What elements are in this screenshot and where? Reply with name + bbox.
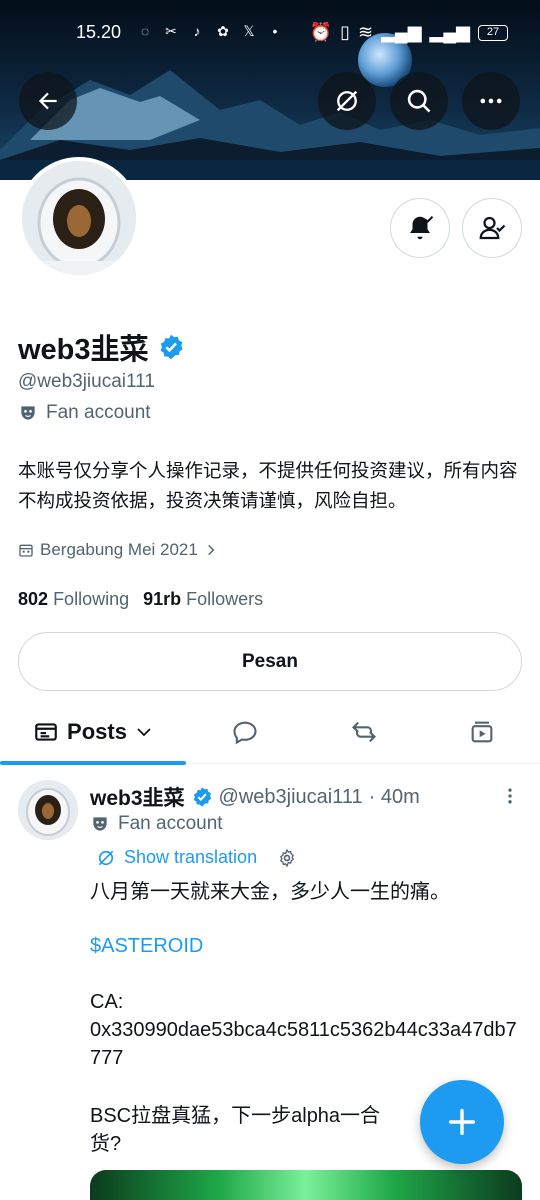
show-translation-text: Show translation [124, 847, 258, 867]
tab-posts-label: Posts [67, 719, 127, 744]
chevron-down-icon [137, 728, 151, 737]
astronaut-avatar-image [22, 161, 136, 275]
verified-badge-icon[interactable] [157, 333, 185, 361]
capcut-icon: ✂ [165, 23, 177, 39]
followers-count: 91rb [143, 589, 182, 609]
active-tab-indicator [0, 761, 186, 765]
search-button[interactable] [390, 72, 448, 130]
status-app-icons: ◌ ✂ ♪ ✿ 𝕏 • [136, 22, 284, 40]
verified-badge-icon [193, 787, 211, 807]
following-label: Following [53, 589, 130, 609]
display-name-text: web3韭菜 [18, 334, 149, 366]
compose-post-button[interactable] [420, 1080, 504, 1164]
astronaut-avatar-image [18, 780, 78, 840]
following-count: 802 [18, 589, 49, 609]
post-cashtag[interactable]: $ASTEROID [90, 932, 510, 960]
grok-button[interactable] [318, 72, 376, 130]
bell-check-icon [410, 216, 434, 240]
post-text-line-1: 八月第一天就来大金，多少人一生的痛。 [90, 881, 450, 903]
more-icon [480, 98, 502, 104]
reply-icon [233, 721, 257, 745]
followers-link[interactable]: 91rb Followers [143, 589, 263, 610]
fan-account-text: Fan account [46, 402, 151, 423]
video-icon [471, 721, 493, 743]
settings-gear-icon[interactable] [277, 848, 297, 868]
profile-tabs: Posts [0, 700, 540, 765]
status-bar: 15.20 ◌ ✂ ♪ ✿ 𝕏 • ⏰ ▯ ≋ ▂▄▆ ▂▄▆ 27 [0, 18, 540, 48]
post-time[interactable]: · 40m [369, 786, 420, 809]
post-header: web3韭菜 @web3jiucai111 · 40m [90, 782, 420, 812]
status-time: 15.20 [76, 22, 122, 42]
grok-icon [336, 90, 358, 112]
profile-joined[interactable]: Bergabung Mei 2021 [18, 540, 218, 560]
message-button[interactable]: Pesan [18, 632, 522, 691]
following-link[interactable]: 802 Following [18, 589, 129, 610]
post-more-button[interactable] [498, 784, 522, 808]
plus-icon [448, 1108, 476, 1136]
alarm-icon: ⏰ [309, 22, 333, 42]
post-ca-value: 0x330990dae53bca4c5811c5362b44c33a47db77… [90, 1019, 517, 1069]
post-author-handle[interactable]: @web3jiucai111 [219, 786, 363, 809]
profile-avatar[interactable] [18, 157, 140, 279]
signal-icon-2: ▂▄▆ [429, 22, 470, 42]
tab-media[interactable] [452, 700, 512, 764]
more-button[interactable] [462, 72, 520, 130]
show-translation[interactable]: Show translation [96, 847, 297, 868]
battery-icon: 27 [478, 24, 508, 41]
mask-icon [21, 406, 35, 420]
user-check-icon [479, 216, 506, 240]
x-icon: 𝕏 [243, 23, 255, 39]
mask-icon [93, 817, 107, 831]
post-fan-label: Fan account [90, 813, 223, 835]
back-arrow-icon [38, 92, 57, 110]
followers-label: Followers [186, 589, 264, 609]
post-fan-text: Fan account [118, 813, 223, 834]
back-button[interactable] [19, 72, 77, 130]
notification-bell-button[interactable] [390, 198, 450, 258]
translate-icon [98, 850, 114, 865]
profile-display-name: web3韭菜 [18, 326, 185, 368]
post-avatar[interactable] [18, 780, 78, 840]
posts-icon [35, 723, 57, 741]
status-indicators: ⏰ ▯ ≋ ▂▄▆ ▂▄▆ 27 [310, 22, 508, 43]
profile-counts: 802 Following 91rb Followers [18, 589, 263, 610]
tab-replies[interactable] [215, 700, 275, 764]
whatsapp-icon: ◌ [140, 23, 150, 39]
photos-icon: ✿ [217, 23, 229, 39]
post-media-image[interactable] [90, 1170, 522, 1200]
tiktok-icon: ♪ [193, 23, 201, 39]
post-ca-label: CA: [90, 991, 124, 1013]
vibrate-icon: ▯ [340, 22, 350, 42]
repost-icon [352, 721, 376, 743]
wifi-icon: ≋ [358, 22, 374, 42]
chevron-right-icon [207, 544, 215, 556]
tab-posts[interactable]: Posts [0, 700, 186, 765]
profile-fan-label: Fan account [18, 402, 151, 424]
signal-icon: ▂▄▆ [381, 22, 422, 42]
post-author-name[interactable]: web3韭菜 [90, 782, 185, 812]
more-vertical-icon [508, 788, 512, 804]
profile-handle: @web3jiucai111 [18, 371, 155, 392]
calendar-icon [19, 544, 33, 557]
profile-bio: 本账号仅分享个人操作记录，不提供任何投资建议，所有内容不构成投资依据，投资决策请… [18, 460, 518, 511]
dot-icon: • [272, 23, 278, 39]
following-button[interactable] [462, 198, 522, 258]
joined-text: Bergabung Mei 2021 [40, 540, 198, 559]
tab-reposts[interactable] [334, 700, 394, 764]
search-icon [407, 89, 431, 113]
